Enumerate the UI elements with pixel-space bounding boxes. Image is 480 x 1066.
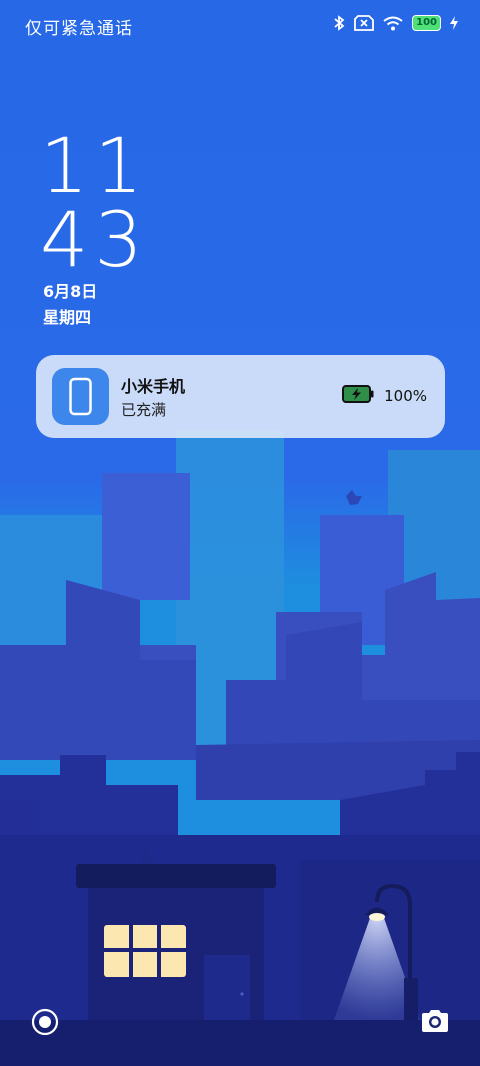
clock-hours: 11 (40, 121, 149, 210)
phone-icon (52, 368, 109, 425)
status-icons: 100 (333, 15, 458, 31)
wifi-icon (383, 16, 403, 31)
notification-subtitle: 已充满 (121, 401, 167, 419)
date-text: 6月8日 (43, 282, 98, 301)
assistant-circle-icon[interactable] (30, 1007, 60, 1041)
status-bar: 仅可紧急通话 100 (0, 0, 480, 50)
battery-charging-icon (342, 385, 374, 407)
bluetooth-icon (333, 15, 345, 31)
weekday-text: 星期四 (43, 308, 92, 327)
charging-notification-card[interactable]: 小米手机 已充满 100% (36, 355, 445, 438)
notification-battery: 100% (342, 385, 427, 407)
battery-level-text: 100 (412, 15, 441, 31)
camera-icon[interactable] (420, 1008, 450, 1038)
charging-bolt-icon (450, 16, 458, 30)
no-sim-icon (354, 15, 375, 31)
clock-minutes: 43 (40, 195, 149, 284)
battery-icon: 100 (412, 15, 441, 31)
carrier-status-text: 仅可紧急通话 (25, 19, 133, 39)
battery-percent-text: 100% (384, 387, 427, 405)
notification-title: 小米手机 (121, 377, 186, 396)
